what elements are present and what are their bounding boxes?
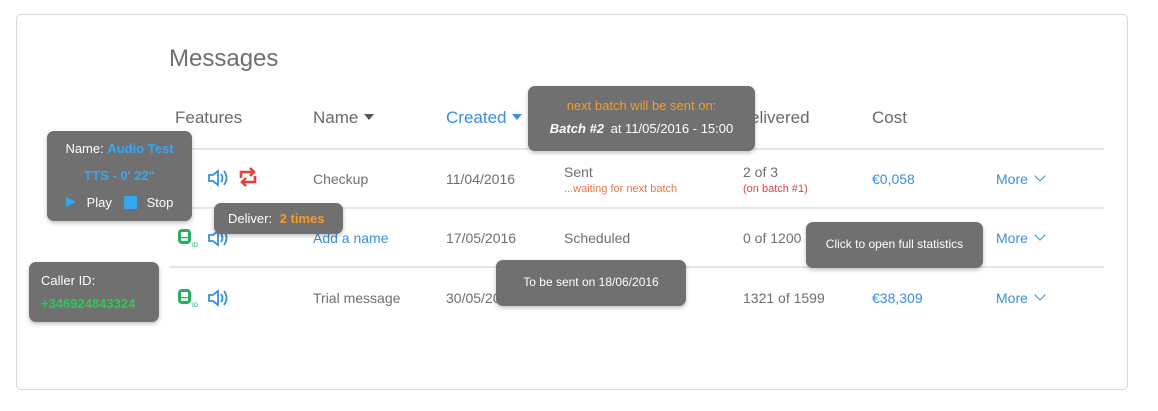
svg-text:ID: ID xyxy=(192,243,199,249)
stop-icon xyxy=(124,196,137,209)
tooltip-label: Deliver: xyxy=(228,211,273,226)
header-features: Features xyxy=(175,108,243,127)
chevron-down-icon xyxy=(1034,229,1046,241)
tooltip-label: next batch will be sent on: xyxy=(566,98,717,113)
delivered-count: 1321 of 1599 xyxy=(743,290,825,306)
stop-button[interactable]: Stop xyxy=(124,195,173,210)
batch-number: Batch #2 xyxy=(549,121,604,136)
stats-tooltip: Click to open full statistics xyxy=(806,222,983,268)
play-icon xyxy=(66,197,76,207)
caller-id-icon[interactable]: ID xyxy=(176,287,200,309)
more-button[interactable]: More xyxy=(996,229,1046,246)
audio-speaker-icon[interactable] xyxy=(207,289,229,307)
chevron-down-icon xyxy=(1034,170,1046,182)
delivered-subtext: (on batch #1) xyxy=(743,183,808,195)
message-name: Checkup xyxy=(313,171,369,187)
cost-link[interactable]: €38,309 xyxy=(872,290,923,306)
delivered-count: 2 of 3 xyxy=(743,164,779,180)
caller-id-icon[interactable]: ID xyxy=(176,227,200,249)
next-batch-tooltip: next batch will be sent on: Batch #2 at … xyxy=(528,86,755,151)
tooltip-label: Caller ID: xyxy=(41,273,96,288)
created-date: 11/04/2016 xyxy=(446,171,516,187)
header-cost: Cost xyxy=(872,108,907,127)
chevron-down-icon xyxy=(1034,289,1046,301)
svg-text:ID: ID xyxy=(192,303,199,309)
page-title: Messages xyxy=(169,45,279,72)
caret-down-icon xyxy=(364,114,375,120)
caret-down-icon xyxy=(512,114,523,120)
batch-datetime: at 11/05/2016 - 15:00 xyxy=(610,121,734,136)
status-subtext: ...waiting for next batch xyxy=(564,183,678,195)
caller-id-tooltip: Caller ID: +346924843324 xyxy=(29,262,159,322)
delivered-count: 0 of 1200 xyxy=(743,230,802,246)
tooltip-value: 2 times xyxy=(279,211,325,226)
more-button[interactable]: More xyxy=(996,170,1046,187)
created-date: 30/05/20 xyxy=(446,290,501,306)
tooltip-label: Name: xyxy=(65,141,104,156)
tooltip-value: Audio Test xyxy=(107,141,174,156)
scheduled-tooltip: To be sent on 18/06/2016 xyxy=(496,260,686,306)
header-delivered: elivered xyxy=(750,108,810,127)
header-created[interactable]: Created xyxy=(446,108,523,128)
created-date: 17/05/2016 xyxy=(446,230,517,246)
header-name[interactable]: Name xyxy=(313,108,375,128)
cost-link[interactable]: €0,058 xyxy=(872,171,915,187)
message-name: Trial message xyxy=(313,290,401,306)
status-text: Scheduled xyxy=(564,230,631,246)
tts-duration: TTS - 0' 22" xyxy=(84,168,155,183)
audio-tooltip: Name: Audio Test TTS - 0' 22" Play Stop xyxy=(47,131,192,221)
repeat-icon[interactable] xyxy=(236,166,260,188)
tooltip-text: Click to open full statistics xyxy=(825,237,964,251)
play-button[interactable]: Play xyxy=(65,195,112,210)
tooltip-text: To be sent on 18/06/2016 xyxy=(523,275,659,289)
status-text: Sent xyxy=(564,164,593,180)
more-button[interactable]: More xyxy=(996,289,1046,306)
audio-speaker-icon[interactable] xyxy=(207,169,229,187)
deliver-tooltip: Deliver: 2 times xyxy=(214,203,343,234)
caller-id-number: +346924843324 xyxy=(41,296,136,311)
